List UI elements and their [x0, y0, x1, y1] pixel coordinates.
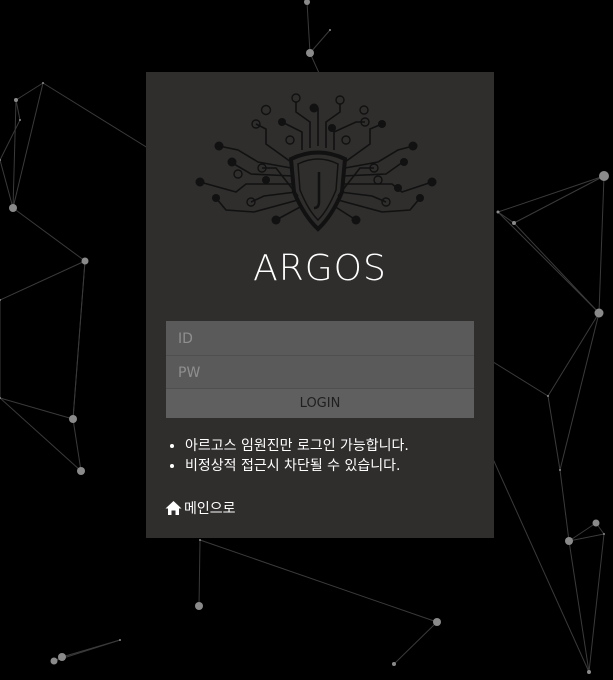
network-node [50, 657, 58, 665]
network-node [599, 171, 609, 181]
network-line [309, 29, 331, 54]
network-node [329, 29, 331, 31]
network-line [393, 621, 438, 665]
network-line [61, 639, 121, 658]
network-node [433, 618, 441, 626]
network-line [0, 159, 14, 209]
id-input[interactable] [166, 322, 474, 355]
network-line [598, 175, 605, 314]
network-line [497, 211, 600, 314]
network-line [72, 418, 82, 472]
network-line [12, 207, 86, 262]
network-line [497, 211, 515, 224]
network-line [513, 175, 605, 224]
network-node [9, 204, 17, 212]
login-panel: ARGOS LOGIN 아르고스 임원진만 로그인 가능합니다. 비정상적 접근… [146, 72, 494, 538]
network-line [513, 222, 600, 314]
network-line [12, 82, 44, 209]
network-line [568, 540, 590, 673]
login-button[interactable]: LOGIN [166, 389, 474, 418]
network-node [14, 98, 18, 102]
network-line [547, 395, 561, 471]
network-node [512, 221, 516, 225]
network-node [195, 602, 203, 610]
network-node [77, 467, 85, 475]
argos-logo-icon [195, 93, 437, 232]
network-line [559, 312, 600, 471]
network-node [594, 308, 604, 318]
network-node [592, 519, 600, 527]
network-node [58, 653, 66, 661]
network-line [0, 260, 86, 301]
network-line [198, 539, 201, 607]
notice-item: 비정상적 접근시 차단될 수 있습니다. [185, 456, 409, 476]
network-line [199, 539, 438, 623]
network-line [306, 1, 311, 54]
network-node [496, 210, 500, 214]
network-line [588, 533, 605, 673]
login-form: LOGIN [166, 321, 474, 418]
notice-item: 아르고스 임원진만 로그인 가능합니다. [185, 436, 409, 456]
notice-list: 아르고스 임원진만 로그인 가능합니다. 비정상적 접근시 차단될 수 있습니다… [166, 436, 409, 476]
network-node [69, 415, 77, 423]
network-line [559, 469, 570, 542]
network-node [42, 82, 44, 84]
home-link-label: 메인으로 [184, 501, 236, 517]
home-icon [165, 501, 182, 515]
network-node [559, 469, 561, 471]
network-line [547, 312, 600, 397]
network-node [306, 49, 314, 57]
network-line [497, 175, 605, 213]
network-node [603, 533, 605, 535]
network-node [392, 662, 396, 666]
network-line [72, 260, 86, 420]
network-line [0, 397, 82, 472]
home-link[interactable]: 메인으로 [165, 498, 236, 518]
network-node [547, 395, 549, 397]
brand-title: ARGOS [253, 248, 387, 289]
network-node [199, 539, 201, 541]
network-line [15, 99, 21, 121]
network-line [0, 119, 21, 161]
network-node [19, 119, 21, 121]
network-node [81, 257, 89, 265]
network-line [15, 82, 44, 101]
network-node [119, 639, 121, 641]
network-node [565, 537, 573, 545]
network-line [12, 99, 17, 209]
network-node [304, 0, 310, 5]
password-input[interactable] [166, 356, 474, 389]
network-node [587, 670, 591, 674]
